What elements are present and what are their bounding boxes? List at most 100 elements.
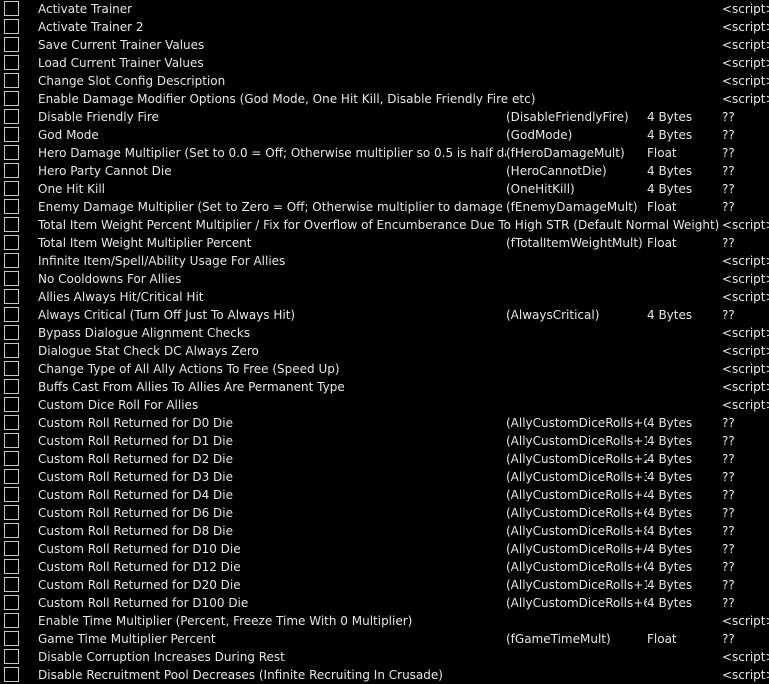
entry-address[interactable]: (GodMode) bbox=[506, 126, 647, 144]
table-row[interactable]: Custom Roll Returned for D20 Die (AllyCus… bbox=[0, 576, 769, 594]
table-row[interactable]: Total Item Weight Percent Multiplier / F… bbox=[0, 216, 769, 234]
entry-value[interactable]: ?? bbox=[722, 468, 735, 486]
active-checkbox[interactable] bbox=[4, 289, 19, 304]
entry-value[interactable]: ?? bbox=[722, 306, 735, 324]
entry-address[interactable]: (AllyCustomDiceRolls+8*4) bbox=[506, 522, 647, 540]
entry-description[interactable]: Custom Roll Returned for D4 Die bbox=[38, 486, 233, 504]
entry-address[interactable]: (AllyCustomDiceRolls+6*4) bbox=[506, 504, 647, 522]
entry-value[interactable]: <script> bbox=[722, 288, 769, 306]
entry-value[interactable]: ?? bbox=[722, 594, 735, 612]
active-checkbox[interactable] bbox=[4, 577, 19, 592]
active-checkbox[interactable] bbox=[4, 271, 19, 286]
active-checkbox[interactable] bbox=[4, 433, 19, 448]
active-checkbox[interactable] bbox=[4, 505, 19, 520]
active-checkbox[interactable] bbox=[4, 487, 19, 502]
entry-description[interactable]: Infinite Item/Spell/Ability Usage For Al… bbox=[38, 252, 285, 270]
table-row[interactable]: Custom Roll Returned for D0 Die (AllyCust… bbox=[0, 414, 769, 432]
entry-description[interactable]: God Mode bbox=[38, 126, 99, 144]
entry-value[interactable]: ?? bbox=[722, 630, 735, 648]
entry-description[interactable]: Custom Roll Returned for D3 Die bbox=[38, 468, 233, 486]
entry-description[interactable]: Enable Time Multiplier (Percent, Freeze … bbox=[38, 612, 412, 630]
table-row[interactable]: No Cooldowns For Allies <script> bbox=[0, 270, 769, 288]
entry-value[interactable]: <script> bbox=[722, 612, 769, 630]
entry-value[interactable]: <script> bbox=[722, 378, 769, 396]
table-row[interactable]: Custom Roll Returned for D1 Die (AllyCust… bbox=[0, 432, 769, 450]
entry-value[interactable]: <script> bbox=[722, 90, 769, 108]
table-row[interactable]: Change Type of All Ally Actions To Free … bbox=[0, 360, 769, 378]
entry-address[interactable]: (AllyCustomDiceRolls+3*4) bbox=[506, 468, 647, 486]
entry-description[interactable]: Custom Roll Returned for D20 Die bbox=[38, 576, 241, 594]
entry-type[interactable]: 4 Bytes bbox=[647, 576, 692, 594]
entry-type[interactable]: 4 Bytes bbox=[647, 540, 692, 558]
entry-type[interactable]: 4 Bytes bbox=[647, 486, 692, 504]
entry-address[interactable]: (DisableFriendlyFire) bbox=[506, 108, 647, 126]
entry-description[interactable]: Dialogue Stat Check DC Always Zero bbox=[38, 342, 259, 360]
entry-address[interactable]: (fGameTimeMult) bbox=[506, 630, 647, 648]
active-checkbox[interactable] bbox=[4, 19, 19, 34]
entry-value[interactable]: ?? bbox=[722, 162, 735, 180]
entry-type[interactable]: 4 Bytes bbox=[647, 162, 692, 180]
table-row[interactable]: Load Current Trainer Values <script> bbox=[0, 54, 769, 72]
active-checkbox[interactable] bbox=[4, 163, 19, 178]
entry-description[interactable]: Save Current Trainer Values bbox=[38, 36, 204, 54]
table-row[interactable]: Custom Roll Returned for D12 Die (AllyCus… bbox=[0, 558, 769, 576]
active-checkbox[interactable] bbox=[4, 199, 19, 214]
entry-value[interactable]: <script> bbox=[722, 342, 769, 360]
entry-value[interactable]: <script> bbox=[722, 216, 769, 234]
table-row[interactable]: Save Current Trainer Values <script> bbox=[0, 36, 769, 54]
active-checkbox[interactable] bbox=[4, 91, 19, 106]
entry-type[interactable]: Float bbox=[647, 234, 677, 252]
table-row[interactable]: Custom Roll Returned for D3 Die (AllyCust… bbox=[0, 468, 769, 486]
entry-value[interactable]: <script> bbox=[722, 360, 769, 378]
active-checkbox[interactable] bbox=[4, 253, 19, 268]
entry-value[interactable]: ?? bbox=[722, 432, 735, 450]
entry-description[interactable]: Hero Damage Multiplier (Set to 0.0 = Off… bbox=[38, 144, 580, 162]
entry-description[interactable]: Disable Recruitment Pool Decreases (Infi… bbox=[38, 666, 443, 684]
active-checkbox[interactable] bbox=[4, 595, 19, 610]
active-checkbox[interactable] bbox=[4, 649, 19, 664]
active-checkbox[interactable] bbox=[4, 109, 19, 124]
active-checkbox[interactable] bbox=[4, 631, 19, 646]
entry-value[interactable]: ?? bbox=[722, 450, 735, 468]
entry-value[interactable]: <script> bbox=[722, 252, 769, 270]
entry-description[interactable]: Custom Roll Returned for D1 Die bbox=[38, 432, 233, 450]
active-checkbox[interactable] bbox=[4, 127, 19, 142]
active-checkbox[interactable] bbox=[4, 325, 19, 340]
active-checkbox[interactable] bbox=[4, 343, 19, 358]
table-row[interactable]: Enable Time Multiplier (Percent, Freeze … bbox=[0, 612, 769, 630]
entry-description[interactable]: Enable Damage Modifier Options (God Mode… bbox=[38, 90, 535, 108]
entry-description[interactable]: Total Item Weight Percent Multiplier / F… bbox=[38, 216, 719, 234]
entry-description[interactable]: Change Type of All Ally Actions To Free … bbox=[38, 360, 340, 378]
entry-address[interactable]: (AllyCustomDiceRolls+0*4) bbox=[506, 414, 647, 432]
entry-address[interactable]: (AllyCustomDiceRolls+4*4) bbox=[506, 486, 647, 504]
entry-description[interactable]: Custom Roll Returned for D12 Die bbox=[38, 558, 241, 576]
entry-address[interactable]: (AllyCustomDiceRolls+C*4 bbox=[506, 558, 647, 576]
table-row[interactable]: Custom Roll Returned for D10 Die (AllyCus… bbox=[0, 540, 769, 558]
entry-value[interactable]: ?? bbox=[722, 504, 735, 522]
entry-address[interactable]: (AllyCustomDiceRolls+A*4 bbox=[506, 540, 647, 558]
active-checkbox[interactable] bbox=[4, 181, 19, 196]
entry-description[interactable]: Change Slot Config Description bbox=[38, 72, 225, 90]
entry-value[interactable]: ?? bbox=[722, 558, 735, 576]
active-checkbox[interactable] bbox=[4, 397, 19, 412]
active-checkbox[interactable] bbox=[4, 613, 19, 628]
entry-value[interactable]: ?? bbox=[722, 198, 735, 216]
entry-value[interactable]: <script> bbox=[722, 648, 769, 666]
entry-type[interactable]: 4 Bytes bbox=[647, 558, 692, 576]
table-row[interactable]: Total Item Weight Multiplier Percent (fTo… bbox=[0, 234, 769, 252]
entry-type[interactable]: 4 Bytes bbox=[647, 450, 692, 468]
table-row[interactable]: Enable Damage Modifier Options (God Mode… bbox=[0, 90, 769, 108]
entry-description[interactable]: Bypass Dialogue Alignment Checks bbox=[38, 324, 250, 342]
entry-description[interactable]: Custom Roll Returned for D100 Die bbox=[38, 594, 248, 612]
entry-description[interactable]: Always Critical (Turn Off Just To Always… bbox=[38, 306, 295, 324]
entry-value[interactable]: <script> bbox=[722, 396, 769, 414]
table-row[interactable]: Custom Roll Returned for D8 Die (AllyCust… bbox=[0, 522, 769, 540]
entry-description[interactable]: One Hit Kill bbox=[38, 180, 105, 198]
entry-value[interactable]: <script> bbox=[722, 324, 769, 342]
active-checkbox[interactable] bbox=[4, 541, 19, 556]
table-row[interactable]: Game Time Multiplier Percent (fGameTimeMu… bbox=[0, 630, 769, 648]
entry-address[interactable]: (fTotalItemWeightMult) bbox=[506, 234, 647, 252]
table-row[interactable]: Bypass Dialogue Alignment Checks <script> bbox=[0, 324, 769, 342]
table-row[interactable]: Custom Roll Returned for D6 Die (AllyCust… bbox=[0, 504, 769, 522]
entry-type[interactable]: 4 Bytes bbox=[647, 180, 692, 198]
